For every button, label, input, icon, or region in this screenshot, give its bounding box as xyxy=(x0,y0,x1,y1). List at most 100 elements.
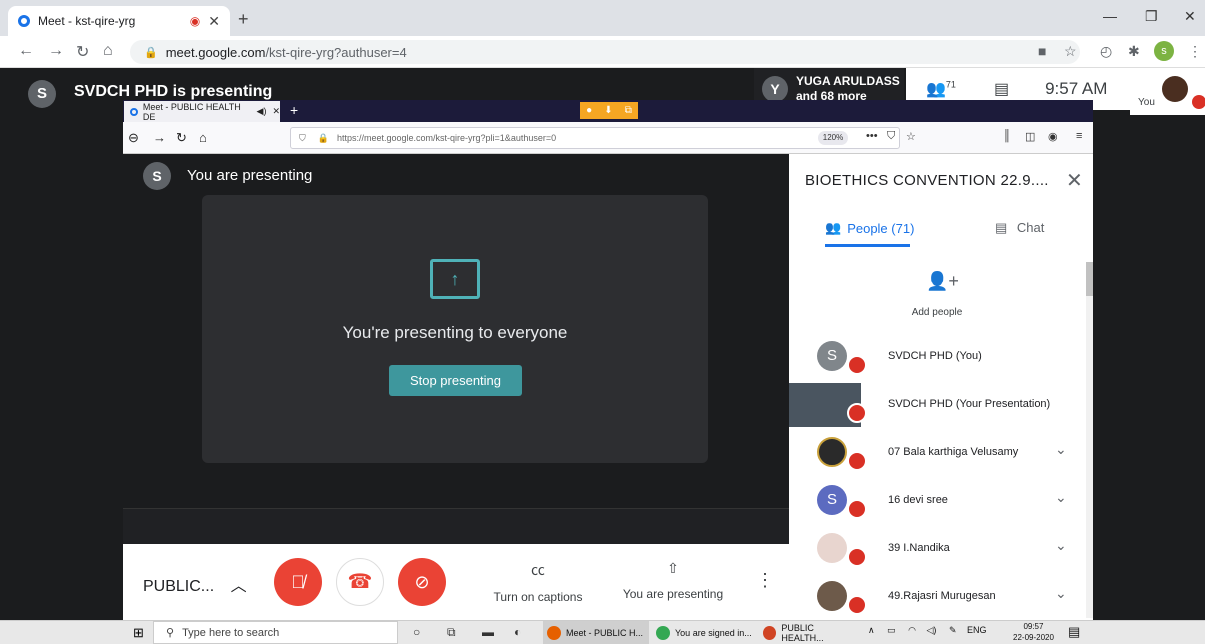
panel-title: BIOETHICS CONVENTION 22.9.... xyxy=(805,172,1049,189)
taskbar-search[interactable]: ⚲ Type here to search xyxy=(153,621,398,644)
forward-icon[interactable]: → xyxy=(48,42,64,60)
search-icon: ⚲ xyxy=(166,627,175,639)
participant-row[interactable]: SVDCH PHD (Your Presentation) xyxy=(789,381,1086,429)
participant-avatar: S xyxy=(817,341,847,371)
home-icon[interactable]: ⌂ xyxy=(103,42,113,60)
taskbar-app-chrome[interactable]: You are signed in... xyxy=(652,621,756,644)
participant-tile-avatar: Y xyxy=(762,76,788,102)
presenting-label: You are presenting xyxy=(622,587,724,601)
tab-people[interactable]: 👥 People (71) xyxy=(825,220,914,236)
self-mic-muted-icon xyxy=(1192,95,1205,109)
edge-icon[interactable]: ◐ xyxy=(514,625,521,639)
captions-button[interactable]: ㏄ Turn on captions xyxy=(483,560,593,604)
chevron-down-icon[interactable]: ⌄ xyxy=(1055,441,1067,458)
participant-row[interactable]: 39 I.Nandika ⌄ xyxy=(789,525,1086,573)
chevron-down-icon[interactable]: ⌄ xyxy=(1055,585,1067,602)
more-options-icon[interactable]: ⋮ xyxy=(756,570,774,591)
pocket-icon[interactable]: ⛉ xyxy=(887,130,895,143)
participant-avatar: S xyxy=(817,485,847,515)
url-host: meet.google.com xyxy=(165,44,266,60)
mic-muted-button[interactable]: 🎙̸ xyxy=(274,558,322,606)
account-icon[interactable]: ◉ xyxy=(1048,130,1058,143)
add-people-label[interactable]: Add people xyxy=(890,307,984,318)
reload-icon[interactable]: ↻ xyxy=(76,42,89,62)
back-icon[interactable]: ← xyxy=(18,42,34,60)
taskbar-app-powerpoint[interactable]: PUBLIC HEALTH... xyxy=(759,621,859,644)
chrome-app-icon xyxy=(656,625,670,640)
menu-kebab-icon[interactable]: ⋮ xyxy=(1188,43,1202,60)
participant-row[interactable]: 49.Rajasri Murugesan ⌄ xyxy=(789,573,1086,621)
sidebar-icon[interactable]: ◫ xyxy=(1025,130,1035,143)
taskbar-search-placeholder: Type here to search xyxy=(182,626,280,639)
chevron-down-icon[interactable]: ⌄ xyxy=(1055,489,1067,506)
participant-row[interactable]: S SVDCH PHD (You) xyxy=(789,333,1086,381)
minimize-icon[interactable]: — xyxy=(1103,8,1117,24)
close-panel-icon[interactable]: ✕ xyxy=(1066,168,1083,193)
profile-avatar[interactable]: s xyxy=(1154,41,1174,61)
inner-address-field[interactable]: ⛉ 🔒 https://meet.google.com/kst-qire-yrg… xyxy=(290,127,900,149)
taskbar-app-label: Meet - PUBLIC H... xyxy=(566,627,644,638)
participant-avatar xyxy=(817,533,847,563)
inner-browser-tab[interactable]: Meet - PUBLIC HEALTH DE ◀) ✕ xyxy=(124,101,280,122)
cortana-icon[interactable]: ○ xyxy=(413,625,420,639)
inner-meet-favicon-icon xyxy=(130,107,138,116)
inner-home-icon[interactable]: ⌂ xyxy=(199,130,207,145)
inner-new-tab-icon[interactable]: + xyxy=(290,102,298,118)
participant-name: 16 devi sree xyxy=(888,494,948,506)
inner-back-icon[interactable]: ⊖ xyxy=(128,130,139,146)
library-icon[interactable]: ║ xyxy=(1003,130,1011,142)
show-hidden-icons-icon[interactable]: ∧ xyxy=(868,625,875,635)
new-tab-icon[interactable]: + xyxy=(238,9,249,30)
restore-icon[interactable]: ❐ xyxy=(1145,8,1158,25)
panel-scrollbar[interactable] xyxy=(1086,262,1093,618)
language-indicator[interactable]: ENG xyxy=(967,625,987,635)
people-button[interactable]: 👥71 xyxy=(926,79,956,99)
file-explorer-icon[interactable]: ▬ xyxy=(482,625,494,639)
tab-chat[interactable]: ▤ Chat xyxy=(995,220,1044,236)
meeting-details-button[interactable]: PUBLIC... ︿ xyxy=(143,572,247,596)
participant-row[interactable]: S 16 devi sree ⌄ xyxy=(789,477,1086,525)
task-view-icon[interactable]: ⧉ xyxy=(447,625,456,640)
download-icon[interactable]: ⬇ xyxy=(604,105,612,116)
chevron-down-icon[interactable]: ⌄ xyxy=(1055,537,1067,554)
inner-bookmark-icon[interactable]: ☆ xyxy=(906,130,916,143)
zoom-indicator[interactable]: 120% xyxy=(818,131,848,145)
you-are-presenting-label: You are presenting xyxy=(187,167,313,184)
participant-row[interactable]: 07 Bala karthiga Velusamy ⌄ xyxy=(789,429,1086,477)
leave-call-button[interactable]: ☎ xyxy=(336,558,384,606)
taskbar-app-firefox[interactable]: Meet - PUBLIC H... xyxy=(543,621,649,644)
page-actions-icon[interactable]: ••• xyxy=(866,130,878,142)
inner-filmstrip xyxy=(123,508,789,544)
firefox-icon[interactable]: ● xyxy=(586,105,592,116)
inner-forward-icon[interactable]: → xyxy=(153,130,166,145)
system-tray[interactable]: ∧ ▭ ◠ ◁) ✎ ENG xyxy=(868,625,987,636)
stop-presenting-button[interactable]: Stop presenting xyxy=(389,365,522,396)
camera-icon[interactable]: ■ xyxy=(1038,43,1046,59)
chat-icon[interactable]: ▤ xyxy=(994,79,1009,99)
extensions-icon[interactable]: ✱ xyxy=(1128,43,1140,60)
participant-name: SVDCH PHD (You) xyxy=(888,350,982,362)
address-field[interactable]: 🔒 meet.google.com/kst-qire-yrg?authuser=… xyxy=(130,40,1080,64)
inner-url: https://meet.google.com/kst-qire-yrg?pli… xyxy=(336,133,557,143)
inner-close-tab-icon[interactable]: ✕ xyxy=(272,106,280,117)
active-tab-indicator xyxy=(825,244,910,247)
camera-off-button[interactable]: ⊘ xyxy=(398,558,446,606)
windows-start-icon[interactable]: ⊞ xyxy=(133,625,144,641)
bookmark-star-icon[interactable]: ☆ xyxy=(1064,43,1077,60)
taskbar-clock[interactable]: 09:57 22-09-2020 xyxy=(1013,621,1054,643)
close-tab-icon[interactable]: ✕ xyxy=(208,13,220,30)
presenting-button[interactable]: ⇧ You are presenting xyxy=(618,560,728,601)
speed-icon[interactable]: ◴ xyxy=(1100,43,1112,60)
browser-tab[interactable]: Meet - kst-qire-yrg ◉ ✕ xyxy=(8,6,230,36)
notifications-icon[interactable]: ▤ xyxy=(1068,624,1080,640)
participant-mic-muted-icon xyxy=(847,403,867,423)
window-close-icon[interactable]: ✕ xyxy=(1184,8,1196,25)
panel-scroll-thumb[interactable] xyxy=(1086,262,1093,296)
hamburger-icon[interactable]: ≡ xyxy=(1076,130,1082,142)
add-person-icon[interactable]: 👤+ xyxy=(926,271,959,292)
inner-tab-title: Meet - PUBLIC HEALTH DE xyxy=(142,101,241,122)
copy-icon[interactable]: ⧉ xyxy=(625,105,632,116)
chat-tab-icon: ▤ xyxy=(995,220,1008,235)
inner-reload-icon[interactable]: ↻ xyxy=(176,130,187,146)
self-view[interactable]: You xyxy=(1130,68,1205,115)
